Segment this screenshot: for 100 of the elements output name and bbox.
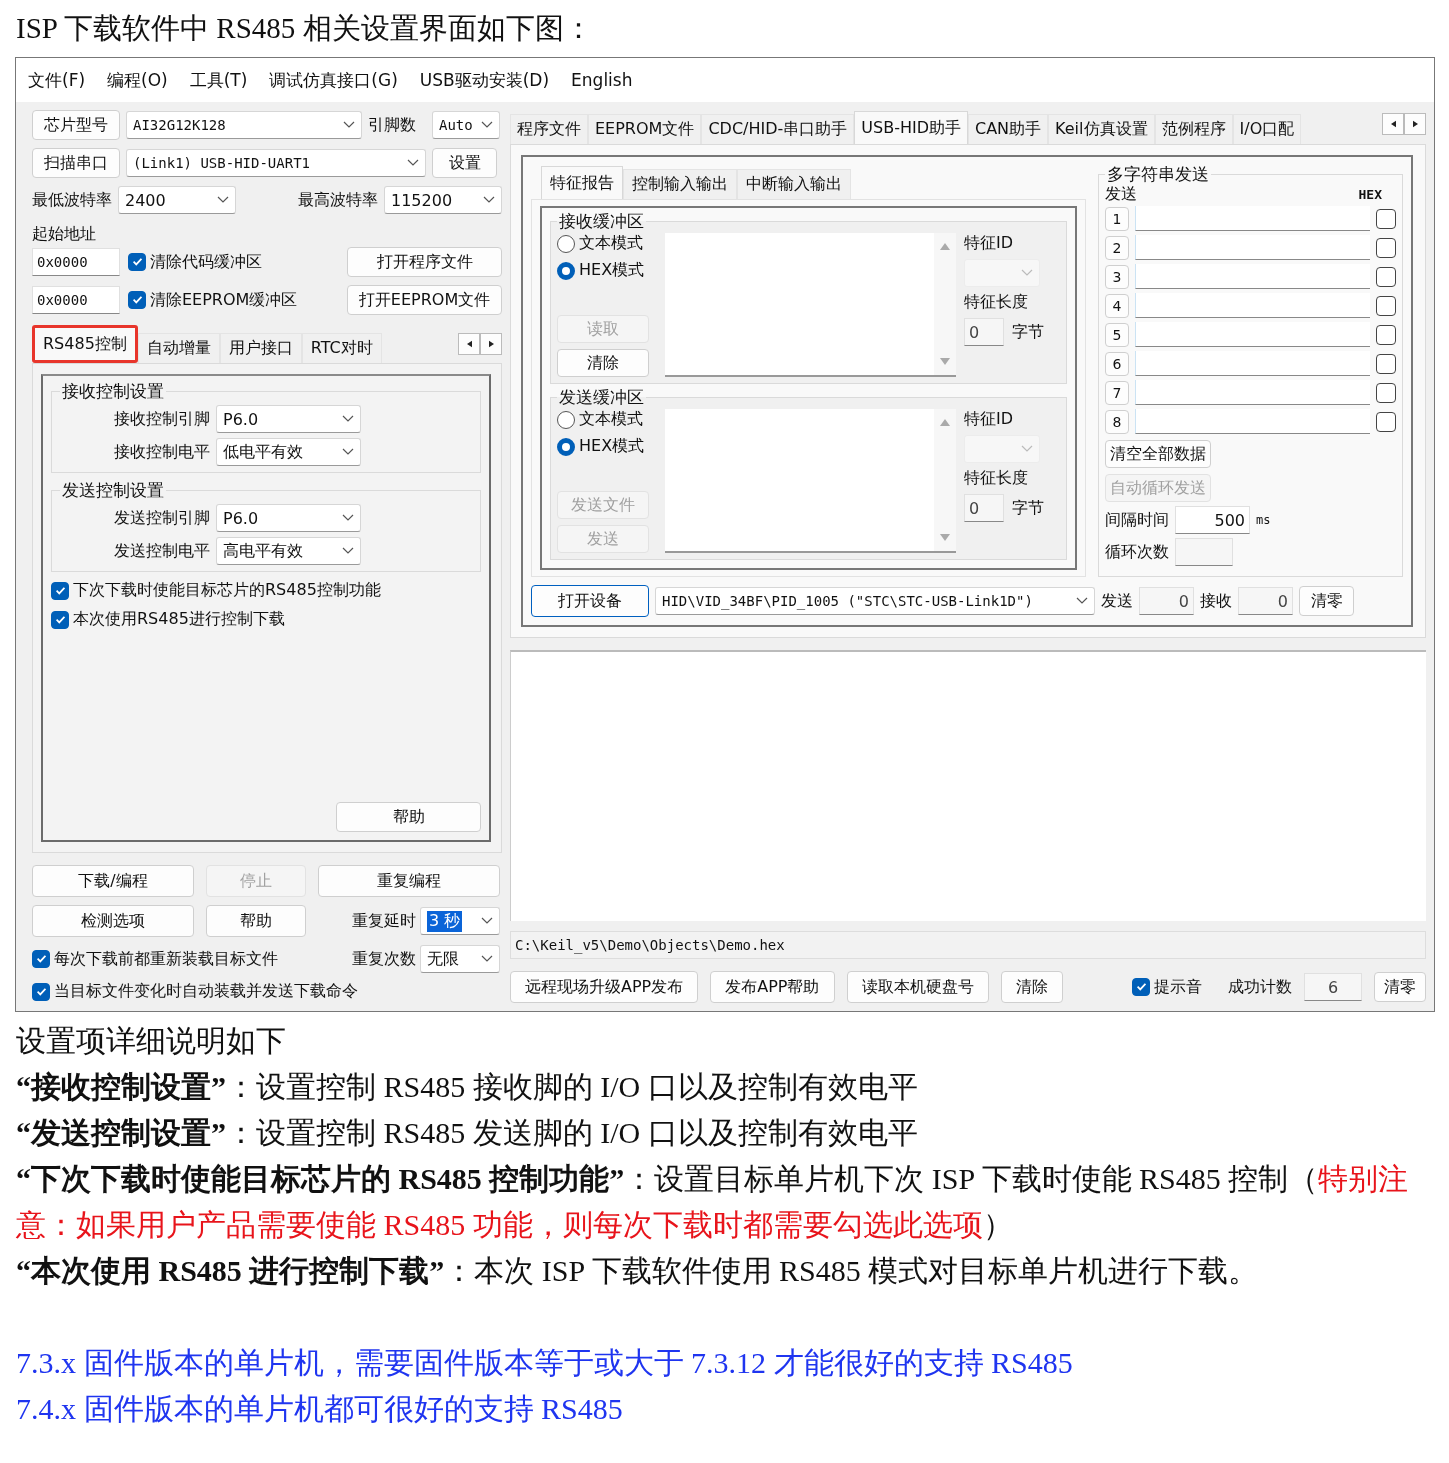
feature-length-field[interactable]: 0 xyxy=(964,318,1004,346)
radio-button[interactable] xyxy=(557,410,575,429)
open-device-button[interactable]: 打开设备 xyxy=(531,585,649,617)
port-dropdown[interactable]: (Link1) USB-HID-UART1 xyxy=(126,149,426,177)
hex-checkbox[interactable] xyxy=(1376,295,1396,316)
hex-checkbox[interactable] xyxy=(1376,324,1396,345)
checkbox[interactable] xyxy=(128,253,146,271)
tab[interactable]: EEPROM文件 xyxy=(588,114,702,144)
reset-button[interactable]: 清零 xyxy=(1299,586,1354,616)
address-field[interactable]: 0x0000 xyxy=(32,286,120,314)
action-button[interactable]: 清除 xyxy=(1000,971,1063,1003)
hex-checkbox[interactable] xyxy=(1376,208,1396,229)
string-input[interactable] xyxy=(1135,322,1370,347)
menu-item[interactable]: 工具(T) xyxy=(189,68,248,92)
action-button[interactable]: 远程现场升级APP发布 xyxy=(510,971,699,1003)
send-count-field[interactable]: 0 xyxy=(1139,587,1194,615)
repeat-delay-dropdown[interactable]: 3 秒 xyxy=(420,907,500,935)
tab[interactable]: 用户接口 xyxy=(219,333,302,363)
menu-item[interactable]: English xyxy=(571,70,633,90)
chip-model-dropdown[interactable]: AI32G12K128 xyxy=(126,111,362,139)
scrollbar[interactable] xyxy=(934,409,956,551)
min-baud-dropdown[interactable]: 2400 xyxy=(118,186,236,214)
action-button[interactable]: 发布APP帮助 xyxy=(710,971,835,1003)
tab[interactable]: 特征报告 xyxy=(541,166,623,199)
scroll-left-button[interactable] xyxy=(1382,113,1404,135)
hex-checkbox[interactable] xyxy=(1376,266,1396,287)
settings-button[interactable]: 设置 xyxy=(432,148,497,178)
help-button[interactable]: 帮助 xyxy=(336,802,481,832)
checkbox[interactable] xyxy=(51,581,69,600)
option-dropdown[interactable]: 高电平有效 xyxy=(216,537,361,565)
open-file-button[interactable]: 打开EEPROM文件 xyxy=(347,285,502,315)
open-file-button[interactable]: 打开程序文件 xyxy=(347,247,502,277)
max-baud-dropdown[interactable]: 115200 xyxy=(384,186,502,214)
send-number-button[interactable]: 8 xyxy=(1105,409,1129,434)
clear-all-button[interactable]: 清空全部数据 xyxy=(1105,440,1211,468)
tab[interactable]: I/O口配 xyxy=(1232,114,1302,144)
action-button[interactable]: 读取本机硬盘号 xyxy=(846,971,989,1003)
send-number-button[interactable]: 7 xyxy=(1105,380,1129,405)
loop-count-field[interactable] xyxy=(1175,538,1233,566)
send-number-button[interactable]: 1 xyxy=(1105,206,1129,231)
send-number-button[interactable]: 3 xyxy=(1105,264,1129,289)
string-input[interactable] xyxy=(1135,206,1370,231)
scroll-right-button[interactable] xyxy=(480,333,502,355)
receive-count-field[interactable]: 0 xyxy=(1238,587,1293,615)
string-input[interactable] xyxy=(1135,409,1370,434)
tab[interactable]: 中断输入输出 xyxy=(737,169,851,199)
hex-checkbox[interactable] xyxy=(1376,411,1396,432)
option-dropdown[interactable]: 低电平有效 xyxy=(216,438,361,466)
string-input[interactable] xyxy=(1135,235,1370,260)
tab[interactable]: RS485控制 xyxy=(32,325,138,363)
scrollbar[interactable] xyxy=(934,233,956,375)
address-field[interactable]: 0x0000 xyxy=(32,248,120,276)
file-path-field[interactable]: C:\Keil_v5\Demo\Objects\Demo.hex xyxy=(510,931,1426,959)
success-count-field[interactable]: 6 xyxy=(1304,973,1362,1001)
hex-checkbox[interactable] xyxy=(1376,237,1396,258)
string-input[interactable] xyxy=(1135,380,1370,405)
tab[interactable]: Keil仿真设置 xyxy=(1048,114,1155,144)
send-number-button[interactable]: 6 xyxy=(1105,351,1129,376)
scroll-right-button[interactable] xyxy=(1404,113,1426,135)
checkbox[interactable] xyxy=(32,982,50,1001)
tab[interactable]: 范例程序 xyxy=(1154,114,1233,144)
menu-item[interactable]: USB驱动安装(D) xyxy=(419,68,550,92)
action-button[interactable]: 帮助 xyxy=(206,905,306,937)
tab[interactable]: RTC对时 xyxy=(301,333,382,363)
tab[interactable]: CDC/HID-串口助手 xyxy=(701,114,855,144)
action-button[interactable]: 下载/编程 xyxy=(32,865,194,897)
action-button[interactable]: 重复编程 xyxy=(318,865,500,897)
tab[interactable]: 自动增量 xyxy=(137,333,220,363)
hex-checkbox[interactable] xyxy=(1376,382,1396,403)
checkbox[interactable] xyxy=(128,291,146,309)
radio-button[interactable] xyxy=(557,234,575,253)
send-number-button[interactable]: 4 xyxy=(1105,293,1129,318)
tab[interactable]: 控制输入输出 xyxy=(623,169,737,199)
checkbox[interactable] xyxy=(1132,978,1150,996)
menu-item[interactable]: 文件(F) xyxy=(28,68,86,92)
checkbox[interactable] xyxy=(32,950,50,968)
interval-field[interactable]: 500 xyxy=(1175,506,1250,534)
tab[interactable]: CAN助手 xyxy=(968,114,1049,144)
menu-item[interactable]: 编程(O) xyxy=(107,68,168,92)
repeat-count-dropdown[interactable]: 无限 xyxy=(420,945,500,973)
device-dropdown[interactable]: HID\VID_34BF\PID_1005 ("STC\STC-USB-Link1D") xyxy=(655,587,1095,615)
pin-count-dropdown[interactable]: Auto xyxy=(432,111,500,139)
scroll-left-button[interactable] xyxy=(458,333,480,355)
hex-checkbox[interactable] xyxy=(1376,353,1396,374)
string-input[interactable] xyxy=(1135,264,1370,289)
tab[interactable]: 程序文件 xyxy=(510,114,588,144)
scan-port-button[interactable]: 扫描串口 xyxy=(32,148,120,178)
option-dropdown[interactable]: P6.0 xyxy=(216,504,361,532)
radio-button[interactable] xyxy=(557,437,575,456)
string-input[interactable] xyxy=(1135,351,1370,376)
feature-length-field[interactable]: 0 xyxy=(964,494,1004,522)
radio-button[interactable] xyxy=(557,261,575,280)
buffer-button[interactable]: 清除 xyxy=(557,349,649,377)
chip-model-button[interactable]: 芯片型号 xyxy=(32,110,120,140)
menu-item[interactable]: 调试仿真接口(G) xyxy=(269,68,398,92)
send-number-button[interactable]: 5 xyxy=(1105,322,1129,347)
checkbox[interactable] xyxy=(51,610,69,629)
string-input[interactable] xyxy=(1135,293,1370,318)
send-number-button[interactable]: 2 xyxy=(1105,235,1129,260)
reset-button[interactable]: 清零 xyxy=(1374,972,1426,1002)
